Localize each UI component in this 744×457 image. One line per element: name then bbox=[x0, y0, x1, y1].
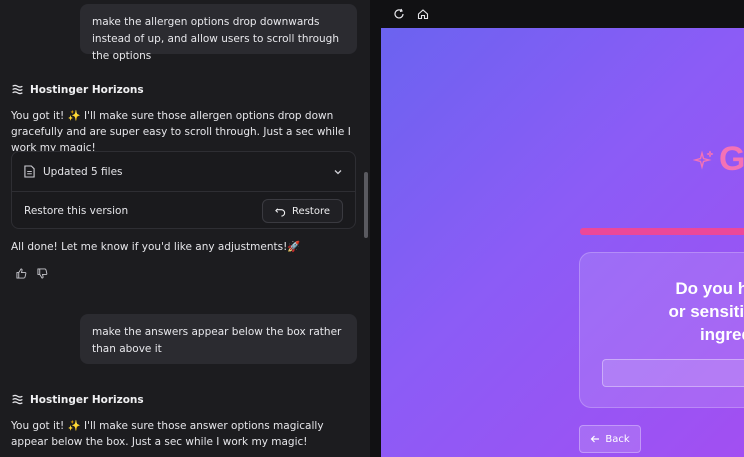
sparkles-icon bbox=[693, 149, 714, 170]
thumbs-down-icon[interactable] bbox=[37, 268, 48, 279]
chevron-down-icon bbox=[334, 169, 342, 174]
refresh-icon[interactable] bbox=[393, 8, 405, 20]
horizons-logo-icon bbox=[12, 394, 23, 405]
thumbs-up-icon[interactable] bbox=[16, 268, 27, 279]
chat-panel: make the allergen options drop downwards… bbox=[0, 0, 370, 457]
restore-row: Restore this version Restore bbox=[12, 192, 355, 230]
app-logo-text: G bbox=[719, 140, 744, 178]
back-button[interactable]: Back bbox=[579, 425, 641, 453]
arrow-left-icon bbox=[591, 435, 600, 443]
chat-scrollbar[interactable] bbox=[362, 0, 370, 457]
question-card: Do you have any k or sensitivities ingre… bbox=[579, 252, 744, 408]
app-preview: G Do you have any k or sensitivities ing… bbox=[381, 28, 744, 457]
back-button-label: Back bbox=[605, 433, 630, 445]
preview-panel: G Do you have any k or sensitivities ing… bbox=[381, 0, 744, 457]
scrollbar-thumb[interactable] bbox=[364, 172, 368, 238]
undo-icon bbox=[275, 207, 286, 217]
assistant-header: Hostinger Horizons bbox=[11, 83, 144, 96]
home-icon[interactable] bbox=[417, 8, 429, 20]
restore-button[interactable]: Restore bbox=[262, 199, 343, 223]
user-message: make the answers appear below the box ra… bbox=[80, 314, 357, 364]
answer-input[interactable] bbox=[602, 359, 744, 387]
done-message-text: All done! Let me know if you'd like any … bbox=[11, 241, 301, 253]
assistant-name: Hostinger Horizons bbox=[30, 83, 144, 96]
question-text: Do you have any k or sensitivities ingre… bbox=[668, 279, 744, 344]
user-message: make the allergen options drop downwards… bbox=[80, 4, 357, 62]
restore-button-label: Restore bbox=[292, 205, 330, 217]
restore-label: Restore this version bbox=[24, 205, 129, 217]
assistant-name: Hostinger Horizons bbox=[30, 393, 144, 406]
files-card: Updated 5 files Restore this version Res… bbox=[11, 151, 356, 229]
preview-toolbar bbox=[381, 0, 744, 28]
assistant-message-text: You got it! ✨ I'll make sure those answe… bbox=[11, 420, 324, 448]
user-message-text: make the allergen options drop downwards… bbox=[92, 16, 339, 62]
files-toggle[interactable]: Updated 5 files bbox=[12, 152, 355, 192]
panel-divider[interactable] bbox=[370, 0, 381, 457]
assistant-header: Hostinger Horizons bbox=[11, 393, 144, 406]
assistant-message-text: You got it! ✨ I'll make sure those aller… bbox=[11, 110, 351, 154]
file-icon bbox=[24, 165, 35, 178]
app-logo: G bbox=[693, 140, 744, 179]
horizons-logo-icon bbox=[12, 84, 23, 95]
files-label: Updated 5 files bbox=[43, 165, 123, 178]
feedback-buttons bbox=[16, 268, 48, 279]
progress-bar bbox=[580, 228, 744, 235]
user-message-text: make the answers appear below the box ra… bbox=[92, 326, 342, 355]
